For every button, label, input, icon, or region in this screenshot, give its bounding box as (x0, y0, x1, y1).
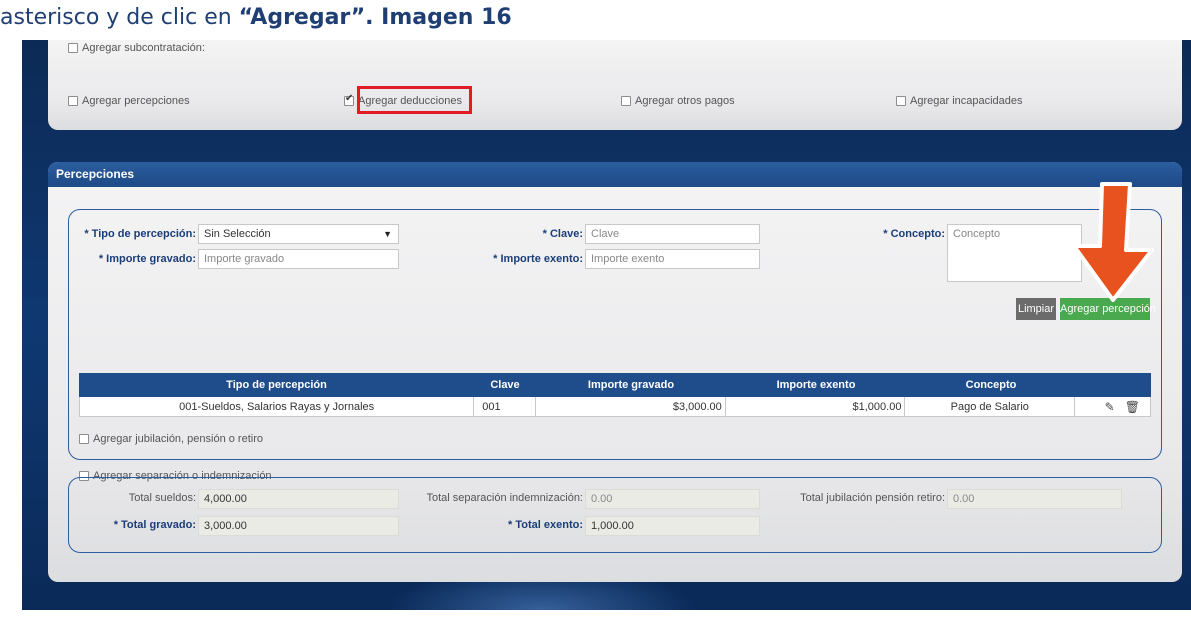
percepciones-title: Percepciones (48, 162, 1182, 187)
importe-exento-label: * Importe exento: (493, 253, 583, 265)
checkbox-box[interactable] (79, 434, 89, 444)
options-panel: Agregar subcontratación: Agregar percepc… (48, 40, 1182, 130)
header-clave: Clave (490, 379, 520, 391)
total-gravado-field: 3,000.00 (198, 516, 399, 536)
checkbox-box-checked[interactable] (344, 93, 354, 106)
percepciones-checkbox[interactable]: Agregar percepciones (68, 95, 190, 107)
header-concepto: Concepto (965, 379, 1017, 391)
checkbox-box[interactable] (68, 96, 78, 106)
percepciones-option-label: Agregar percepciones (82, 95, 190, 107)
incapacidades-label: Agregar incapacidades (910, 95, 1023, 107)
total-gravado-label: * Total gravado: (113, 519, 196, 531)
tipo-percepcion-value: Sin Selección (204, 228, 271, 240)
tipo-percepcion-label: * Tipo de percepción: (84, 228, 196, 240)
subcontratacion-checkbox[interactable]: Agregar subcontratación: (68, 42, 205, 54)
pointer-arrow-icon (1072, 182, 1154, 302)
header-tipo: Tipo de percepción (226, 379, 327, 391)
otros-pagos-checkbox[interactable]: Agregar otros pagos (621, 95, 735, 107)
cell-gravado: $3,000.00 (536, 397, 726, 416)
jubilacion-checkbox[interactable]: Agregar jubilación, pensión o retiro (79, 433, 263, 445)
heading-text: asterisco y de clic en (0, 5, 239, 30)
percepciones-panel: Percepciones * Tipo de percepción: Sin S… (48, 162, 1182, 582)
jubilacion-label: Agregar jubilación, pensión o retiro (93, 433, 263, 445)
cell-tipo: 001-Sueldos, Salarios Rayas y Jornales (80, 397, 475, 416)
tipo-percepcion-select[interactable]: Sin Selección ▼ (198, 224, 399, 244)
clave-input[interactable]: Clave (585, 224, 760, 244)
checkbox-box[interactable] (896, 96, 906, 106)
total-exento-label: * Total exento: (508, 519, 583, 531)
importe-exento-input[interactable]: Importe exento (585, 249, 760, 269)
clave-label: * Clave: (542, 228, 583, 240)
importe-gravado-input[interactable]: Importe gravado (198, 249, 399, 269)
header-actions (1076, 373, 1151, 397)
screenshot-frame: Agregar subcontratación: Agregar percepc… (22, 40, 1191, 610)
highlight-box (357, 86, 472, 114)
percepciones-table: Tipo de percepción Clave Importe gravado… (79, 373, 1151, 417)
cell-clave: 001 (474, 397, 537, 416)
subcontratacion-label: Agregar subcontratación: (82, 42, 205, 54)
total-jubilacion-label: Total jubilación pensión retiro: (800, 492, 945, 504)
cell-exento: $1,000.00 (726, 397, 906, 416)
limpiar-button[interactable]: Limpiar (1016, 298, 1056, 320)
total-exento-field: 1,000.00 (585, 516, 760, 536)
otros-pagos-label: Agregar otros pagos (635, 95, 735, 107)
total-sueldos-label: Total sueldos: (128, 492, 196, 504)
pencil-icon[interactable]: ✎ (1105, 397, 1115, 416)
total-separacion-field: 0.00 (585, 489, 760, 509)
total-jubilacion-field: 0.00 (947, 489, 1122, 509)
incapacidades-checkbox[interactable]: Agregar incapacidades (896, 95, 1023, 107)
header-exento: Importe exento (776, 379, 856, 391)
checkbox-box[interactable] (68, 43, 78, 53)
trash-icon[interactable]: 🗑 (1125, 397, 1140, 416)
cell-concepto: Pago de Salario (905, 397, 1076, 416)
concepto-textarea[interactable]: Concepto (947, 224, 1082, 282)
heading-bold-text: “Agregar”. Imagen 16 (238, 5, 512, 30)
total-separacion-label: Total separación indemnización: (426, 492, 583, 504)
importe-gravado-label: * Importe gravado: (98, 253, 196, 265)
concepto-label: * Concepto: (883, 228, 945, 240)
cell-actions: ✎ 🗑 (1075, 397, 1150, 416)
header-gravado: Importe gravado (587, 379, 675, 391)
table-header: Tipo de percepción Clave Importe gravado… (79, 373, 1151, 397)
total-sueldos-field: 4,000.00 (198, 489, 399, 509)
caret-down-icon: ▼ (383, 229, 392, 239)
table-row: 001-Sueldos, Salarios Rayas y Jornales 0… (79, 397, 1151, 417)
instruction-heading: asterisco y de clic en “Agregar”. Imagen… (0, 0, 1191, 40)
checkbox-box[interactable] (621, 96, 631, 106)
